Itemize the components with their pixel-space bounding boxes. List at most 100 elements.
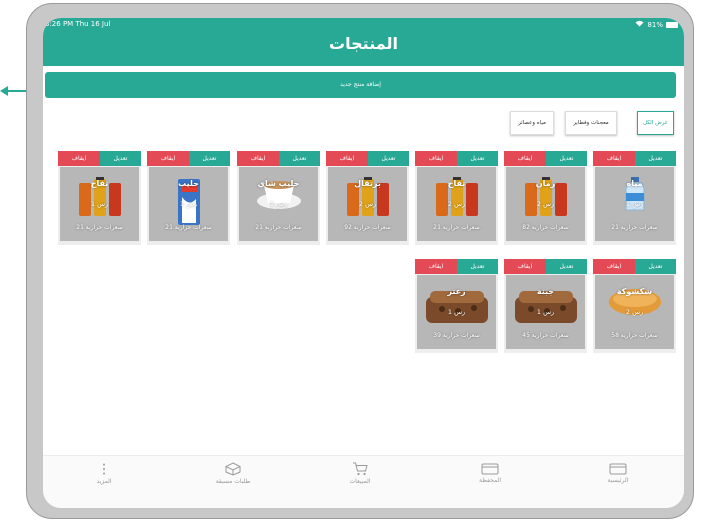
card-actions: ايقاف تعديل [58, 151, 141, 166]
product-calories: 45 سعرات حرارية [522, 332, 569, 339]
add-product-button[interactable]: إضافة منتج جديد [45, 72, 676, 98]
stop-button[interactable]: ايقاف [593, 151, 635, 166]
card-actions: ايقاف تعديل [504, 259, 587, 274]
edit-button[interactable]: تعديل [189, 151, 230, 166]
product-price: 1 رس [447, 308, 466, 316]
product-card[interactable]: ايقاف تعديل مياه 1 رس 21 سعرات حرارية [593, 151, 676, 245]
status-indicators: 81% [635, 20, 678, 29]
product-calories: 21 سعرات حرارية [76, 224, 123, 231]
product-image: برتقال 2 رس 92 سعرات حرارية [328, 167, 407, 241]
edit-button[interactable]: تعديل [457, 151, 498, 166]
battery-icon [666, 21, 678, 28]
stop-button[interactable]: ايقاف [593, 259, 635, 274]
product-image: تفاح 1 رس 21 سعرات حرارية [60, 167, 139, 241]
product-name: تفاح [90, 179, 109, 188]
product-name: برتقال [354, 179, 381, 188]
product-name: حليب [178, 179, 199, 188]
product-calories: 21 سعرات حرارية [255, 224, 302, 231]
product-card[interactable]: ايقاف تعديل حليب شاي 1 رس 21 سعرات حرارية [237, 151, 320, 245]
home-wallet-icon [609, 463, 627, 475]
device-frame: 3:26 PM Thu 16 Jul 81% المنتجات إضافة من… [0, 0, 702, 522]
stop-button[interactable]: ايقاف [326, 151, 368, 166]
edit-button[interactable]: تعديل [546, 259, 587, 274]
card-actions: ايقاف تعديل [504, 151, 587, 166]
product-calories: 39 سعرات حرارية [433, 332, 480, 339]
product-image: تفاح 2 رس 21 سعرات حرارية [417, 167, 496, 241]
product-image: شكشوكة 2 رس 58 سعرات حرارية [595, 275, 674, 349]
product-calories: 92 سعرات حرارية [344, 224, 391, 231]
product-price: 1 رس [179, 200, 198, 208]
nav-label-sales: المبيعات [349, 478, 371, 485]
page-title: المنتجات [329, 34, 398, 53]
product-name: رمان [535, 179, 556, 188]
stop-button[interactable]: ايقاف [504, 259, 546, 274]
product-card[interactable]: ايقاف تعديل برتقال 2 رس 92 سعرات حرارية [326, 151, 409, 245]
product-calories: 21 سعرات حرارية [433, 224, 480, 231]
product-price: 2 رس [358, 200, 377, 208]
edit-button[interactable]: تعديل [100, 151, 141, 166]
product-name: جبنة [536, 287, 555, 296]
back-arrow-icon[interactable] [0, 84, 26, 98]
app-header: 3:26 PM Thu 16 Jul 81% المنتجات [43, 18, 684, 66]
wifi-icon [635, 20, 644, 29]
product-price: 1 رس [90, 200, 109, 208]
card-actions: ايقاف تعديل [415, 259, 498, 274]
product-price: 1 رس [269, 200, 288, 208]
filter-pastries-chip[interactable]: معجنات وفطاير [565, 111, 617, 135]
edit-button[interactable]: تعديل [635, 151, 676, 166]
stop-button[interactable]: ايقاف [504, 151, 546, 166]
product-name: تفاح [447, 179, 466, 188]
stop-button[interactable]: ايقاف [415, 259, 457, 274]
edit-button[interactable]: تعديل [635, 259, 676, 274]
product-name: حليب شاي [257, 179, 300, 188]
stop-button[interactable]: ايقاف [415, 151, 457, 166]
bottom-navigation: الرئيسية المحفظة المبيعات طلبات مسبقة ال… [43, 455, 684, 508]
product-price: 1 رس [625, 200, 644, 208]
product-calories: 82 سعرات حرارية [522, 224, 569, 231]
stop-button[interactable]: ايقاف [147, 151, 189, 166]
card-actions: ايقاف تعديل [593, 151, 676, 166]
product-card[interactable]: ايقاف تعديل زعتر 1 رس 39 سعرات حرارية [415, 259, 498, 353]
product-image: مياه 1 رس 21 سعرات حرارية [595, 167, 674, 241]
product-image: زعتر 1 رس 39 سعرات حرارية [417, 275, 496, 349]
product-name: زعتر [447, 287, 466, 296]
product-image: حليب شاي 1 رس 21 سعرات حرارية [239, 167, 318, 241]
wallet-icon [481, 463, 499, 475]
product-card[interactable]: ايقاف تعديل رمان 2 رس 82 سعرات حرارية [504, 151, 587, 245]
stop-button[interactable]: ايقاف [58, 151, 100, 166]
product-card[interactable]: ايقاف تعديل جبنة 1 رس 45 سعرات حرارية [504, 259, 587, 353]
product-card[interactable]: ايقاف تعديل تفاح 1 رس 21 سعرات حرارية [58, 151, 141, 245]
cart-icon [353, 462, 368, 476]
product-calories: 21 سعرات حرارية [611, 224, 658, 231]
product-image: رمان 2 رس 82 سعرات حرارية [506, 167, 585, 241]
edit-button[interactable]: تعديل [368, 151, 409, 166]
nav-item-more[interactable]: المزيد [59, 462, 149, 485]
product-image: حليب 1 رس 21 سعرات حرارية [149, 167, 228, 241]
product-price: 1 رس [536, 308, 555, 316]
product-image: جبنة 1 رس 45 سعرات حرارية [506, 275, 585, 349]
product-card[interactable]: ايقاف تعديل شكشوكة 2 رس 58 سعرات حرارية [593, 259, 676, 353]
app-screen: 3:26 PM Thu 16 Jul 81% المنتجات إضافة من… [43, 18, 684, 508]
filter-drinks-chip[interactable]: مياه وعصائر [510, 111, 554, 135]
product-card[interactable]: ايقاف تعديل حليب 1 رس 21 سعرات حرارية [147, 151, 230, 245]
nav-item-home[interactable]: الرئيسية [573, 462, 663, 484]
edit-button[interactable]: تعديل [279, 151, 320, 166]
product-price: 2 رس [536, 200, 555, 208]
product-card[interactable]: ايقاف تعديل تفاح 2 رس 21 سعرات حرارية [415, 151, 498, 245]
product-name: شكشوكة [616, 287, 653, 296]
more-icon [103, 463, 105, 475]
nav-label-home: الرئيسية [607, 477, 629, 484]
card-actions: ايقاف تعديل [147, 151, 230, 166]
product-calories: 58 سعرات حرارية [611, 332, 658, 339]
nav-item-sales[interactable]: المبيعات [315, 462, 405, 485]
card-actions: ايقاف تعديل [237, 151, 320, 166]
product-price: 2 رس [625, 308, 644, 316]
nav-item-preorders[interactable]: طلبات مسبقة [188, 462, 278, 485]
stop-button[interactable]: ايقاف [237, 151, 279, 166]
nav-label-wallet: المحفظة [478, 477, 501, 484]
card-actions: ايقاف تعديل [326, 151, 409, 166]
edit-button[interactable]: تعديل [457, 259, 498, 274]
filter-all-chip[interactable]: عرض الكل [637, 111, 674, 135]
edit-button[interactable]: تعديل [546, 151, 587, 166]
nav-item-wallet[interactable]: المحفظة [445, 462, 535, 484]
